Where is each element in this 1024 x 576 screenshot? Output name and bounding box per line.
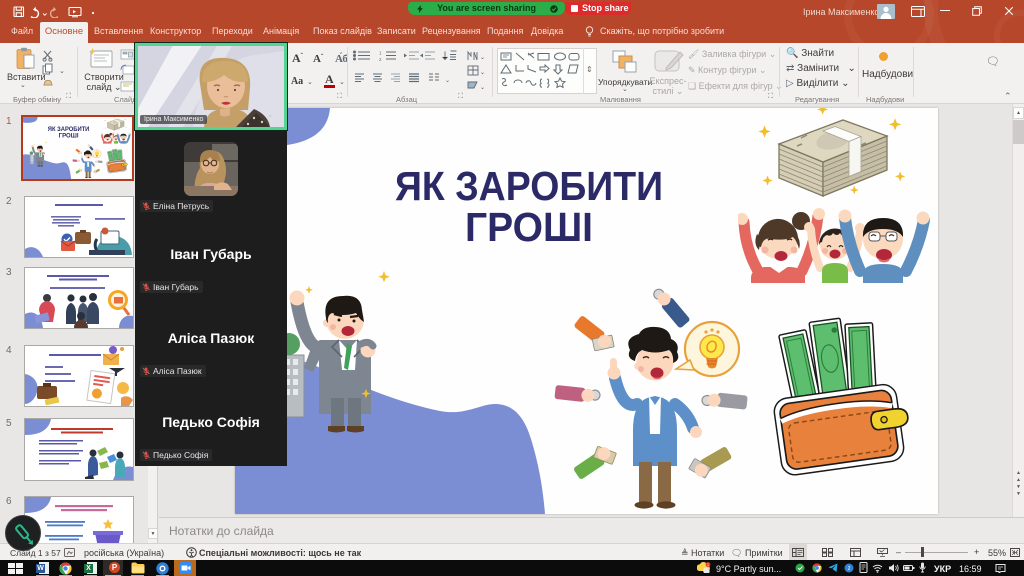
svg-text:⌄: ⌄ [307,79,313,86]
svg-text:Аа: Аа [291,76,303,87]
svg-text:Аˇ: Аˇ [313,53,324,65]
svg-text:⌄: ⌄ [480,70,485,76]
svg-text:2: 2 [379,57,382,62]
svg-text:⌄: ⌄ [480,85,485,91]
svg-text:⌄: ⌄ [339,79,345,86]
svg-text:А: А [325,72,334,86]
svg-text:⌄: ⌄ [480,55,485,61]
svg-text:⌄: ⌄ [59,68,65,75]
svg-text:⌄: ⌄ [445,78,450,84]
svg-text:1: 1 [379,51,382,56]
svg-text:ЯК ЗАРОБИТИ: ЯК ЗАРОБИТИ [395,163,663,209]
svg-text:1: 1 [707,563,709,567]
svg-text:ГРОШІ: ГРОШІ [465,204,593,250]
svg-text:Аˆ: Аˆ [292,51,304,65]
svg-text:2: 2 [848,566,851,572]
